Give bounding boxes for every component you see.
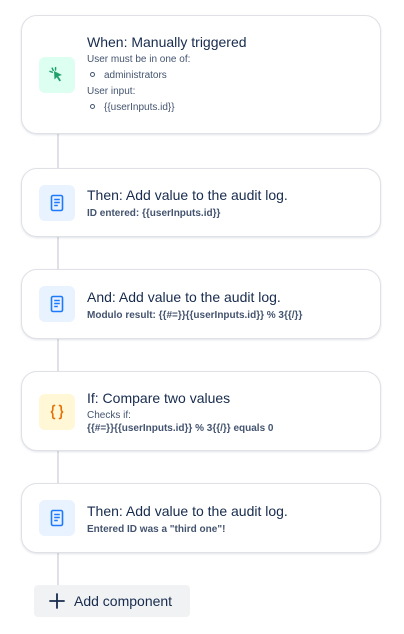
rule-title: If: Compare two values [87,390,231,406]
rule-title: Then: Add value to the audit log. [87,503,288,519]
cursor-click-icon [49,66,62,82]
rule-title: When: Manually triggered [87,34,247,50]
connector-line [57,552,59,586]
plus-icon [49,593,65,609]
connector-line [57,236,59,270]
restriction-value: administrators [90,70,167,81]
restriction-label: User must be in one of: [87,54,191,65]
input-label: User input: [87,86,136,97]
action-icon-tile [39,185,75,221]
rule-builder-canvas: When: Manually triggered User must be in… [0,0,404,634]
trigger-card[interactable]: When: Manually triggered User must be in… [21,15,381,134]
rule-title: And: Add value to the audit log. [87,289,281,305]
rule-title: Then: Add value to the audit log. [87,187,288,203]
connector-line [57,338,59,372]
action-icon-tile [39,500,75,536]
add-component-label: Add component [74,593,173,609]
rule-detail: ID entered: {{userInputs.id}} [87,208,221,219]
checks-label: Checks if: [87,410,131,421]
document-icon [50,509,64,527]
document-icon [50,295,64,313]
action-card[interactable]: Then: Add value to the audit log. Entere… [21,483,381,553]
rule-detail: Entered ID was a "third one"! [87,524,226,535]
connector-line [57,133,59,169]
connector-line [57,450,59,484]
rule-detail: {{#=}}{{userInputs.id}} % 3{{/}} equals … [87,423,274,434]
rule-detail: Modulo result: {{#=}}{{userInputs.id}} %… [87,310,303,321]
braces-icon [50,404,64,420]
bullet-icon [90,71,95,77]
action-icon-tile [39,286,75,322]
action-card[interactable]: And: Add value to the audit log. Modulo … [21,269,381,339]
bullet-icon [90,103,95,109]
condition-card[interactable]: If: Compare two values Checks if: {{#=}}… [21,371,381,451]
add-component-button[interactable]: Add component [34,585,190,617]
input-value: {{userInputs.id}} [90,102,175,113]
document-icon [50,194,64,212]
action-card[interactable]: Then: Add value to the audit log. ID ent… [21,168,381,237]
condition-icon-tile [39,394,75,430]
trigger-icon-tile [39,57,75,93]
